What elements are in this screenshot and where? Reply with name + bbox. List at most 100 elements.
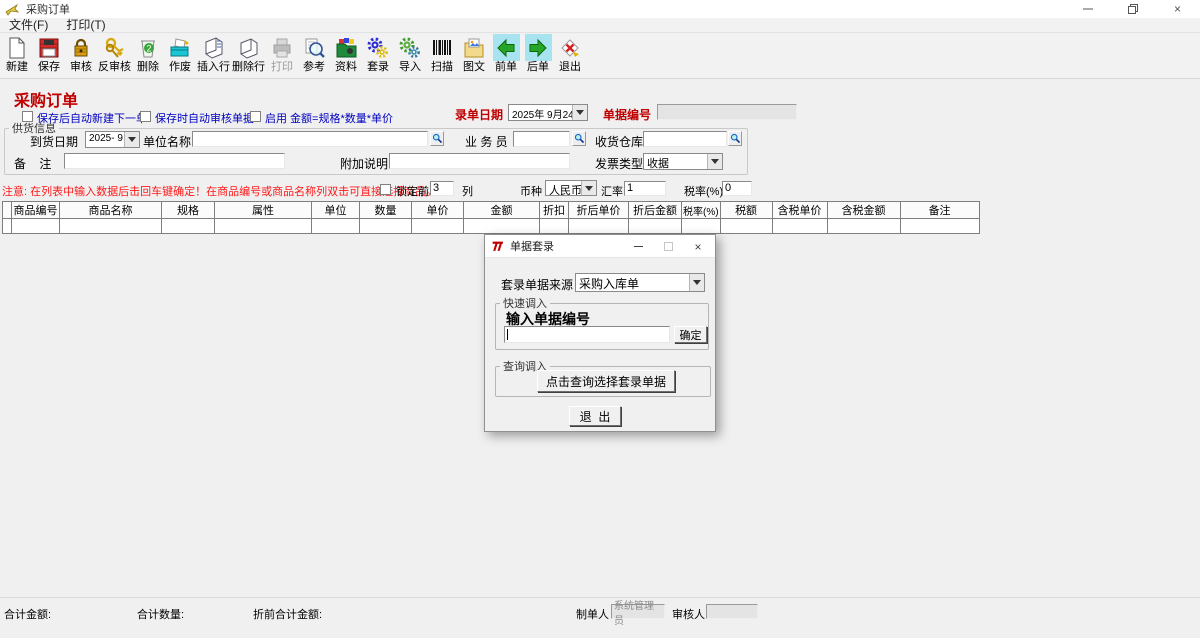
data-folder-icon: [333, 34, 360, 61]
lock-columns-suffix: 列: [462, 183, 473, 199]
table-cell[interactable]: [900, 219, 979, 234]
table-cell[interactable]: [464, 219, 540, 234]
table-cell[interactable]: [162, 219, 215, 234]
toolbar-overlay-button[interactable]: 套录: [362, 34, 394, 78]
entry-date-picker[interactable]: 2025年 9月24日: [508, 104, 588, 121]
table-cell[interactable]: [360, 219, 412, 234]
dialog-titlebar[interactable]: 单据套录 ×: [485, 235, 715, 258]
unaudit-key-icon: [101, 34, 128, 61]
table-cell[interactable]: [60, 219, 162, 234]
col-header[interactable]: 属性: [215, 202, 312, 219]
col-header[interactable]: 含税单价: [772, 202, 827, 219]
dialog-close-button[interactable]: ×: [683, 235, 713, 258]
table-cell[interactable]: [412, 219, 464, 234]
ok-button[interactable]: 确定: [674, 326, 707, 343]
toolbar-image-doc-button[interactable]: 图文: [458, 34, 490, 78]
col-header[interactable]: 金额: [464, 202, 540, 219]
toolbar-delete-button[interactable]: 2 删除: [132, 34, 164, 78]
query-select-button[interactable]: 点击查询选择套录单据: [537, 370, 675, 392]
tax-rate-input[interactable]: 0: [722, 181, 752, 196]
close-button[interactable]: ×: [1155, 0, 1200, 18]
lock-columns-input[interactable]: 3: [430, 181, 454, 196]
copy-source-dropdown-icon[interactable]: [689, 274, 704, 291]
prev-arrow-icon: [493, 34, 520, 61]
invoice-type-select[interactable]: 收据: [643, 153, 723, 170]
toolbar-next-doc-button[interactable]: 后单: [522, 34, 554, 78]
svg-text:2: 2: [146, 43, 151, 53]
table-cell[interactable]: [772, 219, 827, 234]
toolbar-void-button[interactable]: 作废: [164, 34, 196, 78]
lookup-magnifier-icon: [574, 133, 585, 144]
table-cell[interactable]: [215, 219, 312, 234]
remark-input[interactable]: [64, 153, 285, 169]
col-header[interactable]: 单位: [312, 202, 360, 219]
col-header[interactable]: 单价: [412, 202, 464, 219]
arrival-date-dropdown-icon[interactable]: [124, 132, 139, 147]
currency-dropdown-icon[interactable]: [581, 181, 596, 195]
salesman-input[interactable]: [513, 131, 570, 147]
table-cell[interactable]: [682, 219, 721, 234]
dialog-maximize-button: [653, 235, 683, 258]
toolbar-reference-button[interactable]: 参考: [298, 34, 330, 78]
status-divider: [0, 597, 1200, 598]
toolbar-insert-row-button[interactable]: 插入行: [196, 34, 231, 78]
arrival-date-picker[interactable]: 2025- 9 -24: [85, 131, 140, 148]
row-selector-cell[interactable]: [3, 219, 12, 234]
toolbar-exit-button[interactable]: 退出: [554, 34, 586, 78]
entry-date-dropdown-icon[interactable]: [572, 105, 587, 120]
unit-name-input[interactable]: [192, 131, 428, 147]
exit-dialog-button[interactable]: 退 出: [569, 406, 621, 426]
save-floppy-icon: [36, 34, 63, 61]
toolbar-scan-button[interactable]: 扫描: [426, 34, 458, 78]
unit-name-label: 单位名称: [143, 133, 191, 150]
table-cell[interactable]: [12, 219, 60, 234]
col-header[interactable]: 税率(%): [682, 202, 721, 219]
toolbar-audit-button[interactable]: 审核: [65, 34, 97, 78]
invoice-type-dropdown-icon[interactable]: [707, 154, 722, 169]
toolbar-data-button[interactable]: 资料: [330, 34, 362, 78]
toolbar-save-button[interactable]: 保存: [33, 34, 65, 78]
col-header[interactable]: 规格: [162, 202, 215, 219]
table-cell[interactable]: [827, 219, 900, 234]
copy-source-select[interactable]: 采购入库单: [575, 273, 705, 292]
toolbar-delete-row-button[interactable]: 删除行: [231, 34, 266, 78]
toolbar-import-button[interactable]: 导入: [394, 34, 426, 78]
table-cell[interactable]: [629, 219, 682, 234]
menu-file[interactable]: 文件(F): [0, 18, 57, 33]
void-box-icon: [167, 34, 194, 61]
doc-no-input[interactable]: [657, 104, 797, 120]
col-header[interactable]: 数量: [360, 202, 412, 219]
table-cell[interactable]: [312, 219, 360, 234]
col-header[interactable]: 折后单价: [569, 202, 629, 219]
exchange-rate-input[interactable]: 1: [624, 181, 666, 196]
currency-select[interactable]: 人民币: [545, 180, 597, 196]
col-header[interactable]: 商品编号: [12, 202, 60, 219]
toolbar-prev-doc-button[interactable]: 前单: [490, 34, 522, 78]
col-header[interactable]: 含税金额: [827, 202, 900, 219]
unit-name-lookup-button[interactable]: [430, 131, 444, 146]
toolbar-print-button[interactable]: 打印: [266, 34, 298, 78]
extra-note-input[interactable]: [389, 153, 570, 169]
col-header[interactable]: 折扣: [540, 202, 569, 219]
menu-print[interactable]: 打印(T): [57, 18, 114, 33]
warehouse-lookup-button[interactable]: [728, 131, 742, 146]
col-header[interactable]: 折后金额: [629, 202, 682, 219]
dialog-minimize-button[interactable]: [623, 235, 653, 258]
lookup-magnifier-icon: [730, 133, 741, 144]
col-header[interactable]: 商品名称: [60, 202, 162, 219]
extra-note-label: 附加说明: [340, 155, 388, 172]
toolbar-unaudit-button[interactable]: 反审核: [97, 34, 132, 78]
col-header[interactable]: 备注: [900, 202, 979, 219]
salesman-lookup-button[interactable]: [572, 131, 586, 146]
col-header[interactable]: 税额: [720, 202, 772, 219]
toolbar-new-button[interactable]: 新建: [1, 34, 33, 78]
restore-button[interactable]: [1110, 0, 1155, 18]
table-cell[interactable]: [569, 219, 629, 234]
doc-number-input[interactable]: [504, 326, 670, 343]
minimize-button[interactable]: [1065, 0, 1110, 18]
warehouse-input[interactable]: [643, 131, 727, 147]
table-cell[interactable]: [720, 219, 772, 234]
lock-columns-checkbox[interactable]: [380, 184, 391, 195]
copy-source-value: 采购入库单: [576, 274, 689, 291]
table-cell[interactable]: [540, 219, 569, 234]
